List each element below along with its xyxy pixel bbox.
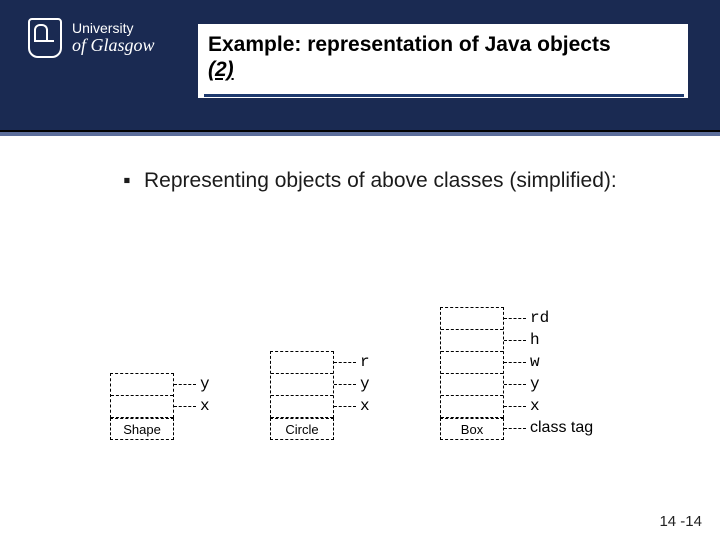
- box-field-x: [441, 396, 503, 418]
- box-field-w: [441, 352, 503, 374]
- box-tag-cell: Box: [440, 418, 504, 440]
- box-label-y: y: [530, 375, 540, 393]
- leader-line: [504, 362, 526, 363]
- circle-tag: Circle: [285, 422, 318, 437]
- shape-label-x: x: [200, 397, 210, 415]
- circle-field-y: [271, 374, 333, 396]
- leader-line: [504, 384, 526, 385]
- box-class-tag-label: class tag: [530, 419, 593, 437]
- page-number: 14 -14: [659, 513, 702, 530]
- leader-line: [504, 406, 526, 407]
- box-field-y: [441, 374, 503, 396]
- box-label-h: h: [530, 331, 540, 349]
- box-label-x: x: [530, 397, 540, 415]
- shape-tag: Shape: [123, 422, 161, 437]
- circle-stack: [270, 351, 334, 418]
- box-field-rd: [441, 308, 503, 330]
- shape-field-y: [111, 374, 173, 396]
- box-label-w: w: [530, 353, 540, 371]
- box-tag: Box: [461, 422, 483, 437]
- circle-label-x: x: [360, 397, 370, 415]
- shape-label-y: y: [200, 375, 210, 393]
- box-label-rd: rd: [530, 309, 549, 327]
- leader-line: [334, 406, 356, 407]
- leader-line: [504, 340, 526, 341]
- bullet-mark-icon: ▪: [120, 168, 134, 194]
- box-stack: [440, 307, 504, 418]
- circle-field-x: [271, 396, 333, 418]
- title-rule: [204, 94, 684, 97]
- title-box: Example: representation of Java objects …: [198, 24, 688, 98]
- university-name: University of Glasgow: [72, 21, 155, 55]
- leader-line: [334, 384, 356, 385]
- circle-tag-cell: Circle: [270, 418, 334, 440]
- shape-tag-cell: Shape: [110, 418, 174, 440]
- leader-line: [174, 406, 196, 407]
- circle-label-y: y: [360, 375, 370, 393]
- shield-icon: [28, 18, 62, 58]
- leader-line: [504, 318, 526, 319]
- slide-title: Example: representation of Java objects: [208, 32, 678, 58]
- slide-subtitle: (2): [208, 58, 678, 82]
- bullet-text: Representing objects of above classes (s…: [144, 168, 680, 194]
- leader-line: [174, 384, 196, 385]
- slide: University of Glasgow Example: represent…: [0, 0, 720, 540]
- shape-field-x: [111, 396, 173, 418]
- bullet-row: ▪ Representing objects of above classes …: [120, 168, 680, 194]
- leader-line: [334, 362, 356, 363]
- shape-stack: [110, 373, 174, 418]
- logo-line2: of Glasgow: [72, 36, 155, 55]
- diagram: Shape y x Circle r y x: [110, 240, 620, 440]
- body: ▪ Representing objects of above classes …: [120, 168, 680, 194]
- circle-field-r: [271, 352, 333, 374]
- leader-line: [504, 428, 526, 429]
- circle-label-r: r: [360, 353, 370, 371]
- university-logo: University of Glasgow: [28, 18, 155, 58]
- box-field-h: [441, 330, 503, 352]
- logo-line1: University: [72, 21, 155, 36]
